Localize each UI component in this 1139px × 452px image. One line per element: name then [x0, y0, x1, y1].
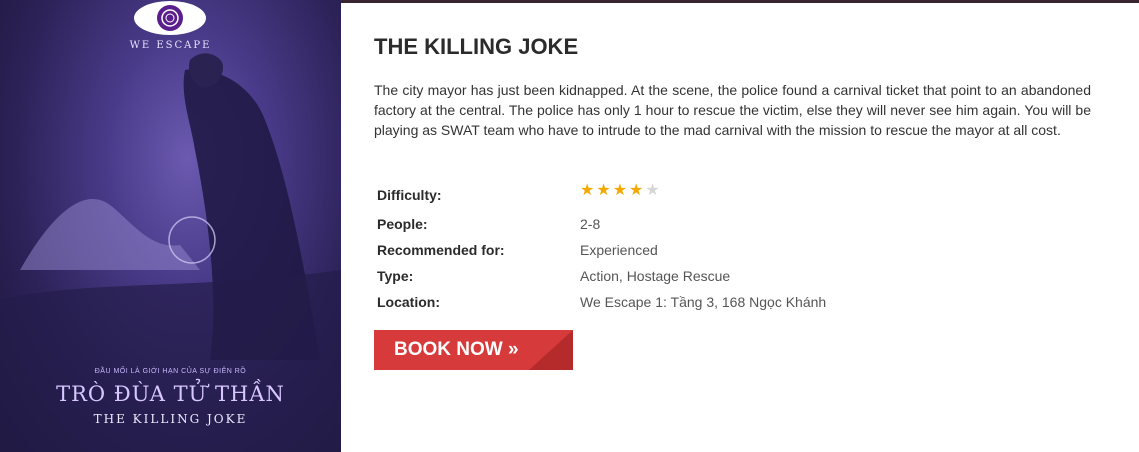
room-title: THE KILLING JOKE [374, 34, 579, 59]
location-label: Location: [377, 294, 440, 310]
button-fold [529, 330, 573, 370]
star-icon: ★ [612, 182, 628, 199]
book-now-label: BOOK NOW » [394, 339, 519, 360]
poster-title-en: THE KILLING JOKE [93, 412, 248, 426]
poster-brand: WE ESCAPE [129, 40, 212, 51]
room-poster: WE ESCAPE ĐẦU MỐI LÀ GIỚI HẠN CỦA SỰ ĐIÊ… [0, 0, 341, 452]
type-value: Action, Hostage Rescue [580, 268, 731, 284]
star-icon: ★ [596, 182, 611, 199]
star-icon: ★ [645, 182, 660, 199]
difficulty-label: Difficulty: [377, 187, 442, 203]
difficulty-rating: ★ ★ ★ ★ ★ [580, 182, 660, 200]
poster-tagline: ĐẦU MỐI LÀ GIỚI HẠN CỦA SỰ ĐIÊN RỒ [94, 368, 247, 375]
location-value: We Escape 1: Tầng 3, 168 Ngọc Khánh [580, 294, 827, 310]
poster-title-vn: TRÒ ĐÙA TỬ THẦN [56, 382, 285, 406]
star-icon: ★ [580, 182, 595, 199]
room-description: The city mayor has just been kidnapped. … [374, 82, 1091, 138]
type-label: Type: [377, 268, 414, 284]
recommended-label: Recommended for: [377, 242, 505, 258]
star-icon: ★ [629, 182, 644, 199]
people-label: People: [377, 216, 428, 232]
recommended-value: Experienced [580, 242, 658, 258]
people-value: 2-8 [580, 216, 601, 232]
book-now-button[interactable]: BOOK NOW » [374, 330, 573, 370]
